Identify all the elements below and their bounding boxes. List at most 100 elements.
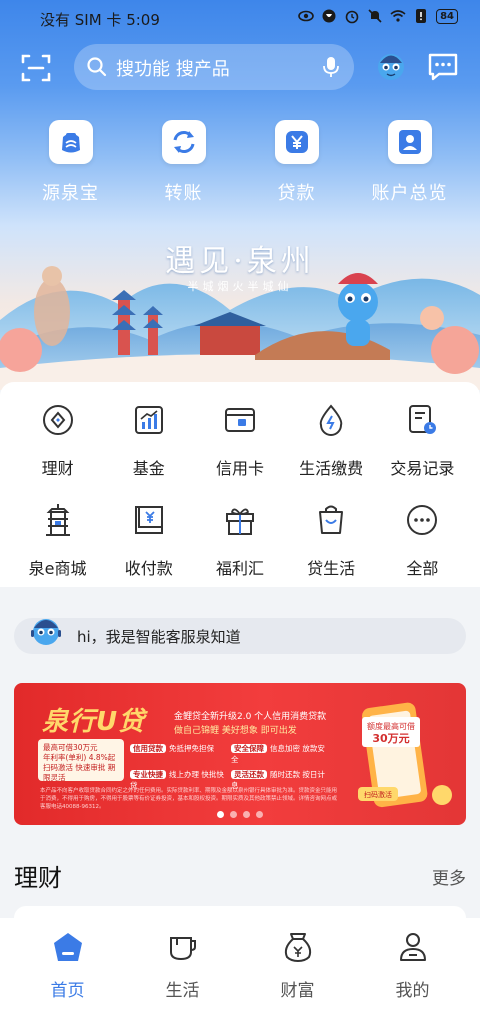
cup-icon (169, 937, 196, 961)
service-utility-payment[interactable]: 生活缴费 (286, 402, 376, 479)
quick-action-label: 贷款 (277, 183, 316, 204)
scan-icon[interactable] (20, 52, 52, 84)
service-label: 生活缴费 (299, 459, 364, 478)
promo-tag: 信用贷款 免抵押免担保 (130, 743, 225, 765)
shopping-bag-icon (319, 505, 344, 534)
microphone-icon[interactable] (320, 55, 342, 79)
transaction-record-icon (409, 405, 437, 434)
status-icons: 84 (298, 8, 458, 24)
quanzhou-banner-illustration[interactable] (0, 200, 480, 390)
banner-subtitle: 半城烟火半城仙 (187, 280, 293, 293)
service-label: 理财 (41, 459, 74, 478)
loan-promo-banner[interactable]: 泉行U贷 金鲤贷全新升级2.0 个人信用消费贷款 做自己锦鲤 美好想象 即可出发… (14, 683, 466, 825)
alarm-icon (345, 10, 359, 24)
service-grid: 理财 基金 信用卡 生活缴费 交易记录 泉e商城 收付款 福利汇 贷生活 全部 (0, 382, 480, 587)
service-payment[interactable]: 收付款 (104, 502, 194, 579)
carousel-dot[interactable] (217, 811, 224, 818)
service-label: 贷生活 (307, 559, 356, 578)
credit-card-icon (224, 408, 255, 432)
tab-home[interactable]: 首页 (18, 930, 118, 1027)
tab-label: 生活 (165, 981, 200, 1001)
service-loan-life[interactable]: 贷生活 (286, 502, 376, 579)
promo-subtitle-1: 金鲤贷全新升级2.0 个人信用消费贷款 (174, 712, 327, 722)
svg-text:30万元: 30万元 (372, 732, 409, 745)
fund-chart-icon (134, 406, 163, 434)
money-bag-icon (284, 933, 311, 963)
service-label: 泉e商城 (28, 559, 87, 578)
service-row-1: 理财 基金 信用卡 生活缴费 交易记录 (0, 402, 480, 479)
top-bar: 搜功能 搜产品 (0, 44, 480, 92)
carousel-indicator[interactable] (14, 811, 466, 818)
service-e-mall[interactable]: 泉e商城 (13, 502, 103, 579)
service-transaction-records[interactable]: 交易记录 (377, 402, 467, 479)
promo-rate-card: 最高可借30万元 年利率(单利) 4.8%起 扫码激活 快速审批 期限灵活 (38, 739, 124, 782)
tab-mine[interactable]: 我的 (363, 930, 463, 1027)
quick-action-transfer[interactable]: 转账 (129, 120, 239, 205)
hero-header: 遇见·泉州 半城烟火半城仙 没有 SIM 卡 5:09 84 搜功能 搜产品 源… (0, 0, 480, 390)
quick-action-loan[interactable]: 贷款 (242, 120, 352, 205)
section-title-wealth: 理财 (14, 864, 62, 892)
tab-wealth[interactable]: 财富 (248, 930, 348, 1027)
wallet-icon (48, 120, 93, 164)
promo-title: 泉行U贷 (42, 707, 146, 737)
quick-action-label: 源泉宝 (42, 183, 99, 204)
svg-text:扫码激活: 扫码激活 (364, 790, 392, 799)
gift-icon (225, 508, 254, 535)
quick-action-label: 转账 (164, 183, 203, 204)
service-welfare[interactable]: 福利汇 (195, 502, 285, 579)
service-label: 信用卡 (215, 459, 264, 478)
transfer-icon (161, 120, 206, 164)
tab-label: 财富 (280, 981, 315, 1001)
wealth-icon (42, 405, 73, 435)
tab-life[interactable]: 生活 (133, 930, 233, 1027)
do-not-disturb-icon (322, 9, 336, 23)
search-input[interactable]: 搜功能 搜产品 (74, 44, 354, 90)
promo-card-line: 年利率(单利) 4.8%起 (43, 753, 116, 762)
carousel-dot[interactable] (230, 811, 237, 818)
svg-text:额度最高可借: 额度最高可借 (367, 721, 415, 731)
service-fund[interactable]: 基金 (104, 402, 194, 479)
bottom-tab-bar: 首页 生活 财富 我的 (0, 918, 480, 1027)
smart-assistant-bar[interactable]: hi，我是智能客服泉知道 (14, 618, 466, 654)
service-label: 基金 (132, 459, 165, 478)
eye-icon (298, 10, 314, 22)
search-icon (87, 57, 107, 77)
promo-disclaimer: 本产品不向客户收取贷款合同约定之外的任何费用。实际贷款利率、期限及金额以泉州银行… (40, 788, 338, 810)
home-icon (53, 933, 82, 961)
service-label: 全部 (406, 559, 439, 578)
water-drop-icon (319, 404, 343, 436)
alert-icon (416, 9, 427, 23)
service-credit-card[interactable]: 信用卡 (195, 402, 285, 479)
quick-action-label: 账户总览 (371, 183, 448, 204)
profile-icon (399, 933, 426, 961)
service-wealth[interactable]: 理财 (13, 402, 103, 479)
assistant-mascot-icon (31, 619, 61, 645)
carousel-dot[interactable] (256, 811, 263, 818)
tab-label: 首页 (50, 981, 85, 1001)
service-row-2: 泉e商城 收付款 福利汇 贷生活 全部 (0, 502, 480, 579)
payment-icon (134, 506, 163, 534)
service-label: 交易记录 (390, 459, 455, 478)
more-dots-icon (407, 505, 438, 535)
service-label: 收付款 (124, 559, 173, 578)
promo-card-line: 最高可借30万元 (43, 743, 98, 752)
carousel-dot[interactable] (243, 811, 250, 818)
wifi-icon (390, 10, 406, 22)
assistant-greeting: hi，我是智能客服泉知道 (77, 628, 241, 646)
quick-action-account-overview[interactable]: 账户总览 (355, 120, 465, 205)
pagoda-icon (45, 504, 70, 536)
service-all[interactable]: 全部 (377, 502, 467, 579)
promo-tag: 安全保障 信息加密 放款安全 (231, 744, 325, 764)
quick-action-yuanquanbao[interactable]: 源泉宝 (16, 120, 126, 205)
assistant-mascot-icon[interactable] (374, 50, 408, 84)
status-carrier-time: 没有 SIM 卡 5:09 (40, 11, 160, 29)
section-more-link[interactable]: 更多 (432, 864, 466, 889)
service-label: 福利汇 (215, 559, 264, 578)
promo-feature-tags: 信用贷款 免抵押免担保 安全保障 信息加密 放款安全 专业快捷 线上办理 快批快贷 灵… (130, 743, 326, 791)
promo-subtitle-2: 做自己锦鲤 美好想象 即可出发 (174, 726, 297, 736)
message-icon[interactable] (427, 52, 459, 82)
tab-label: 我的 (395, 981, 430, 1001)
quick-actions: 源泉宝 转账 贷款 账户总览 (0, 120, 480, 205)
search-placeholder: 搜功能 搜产品 (116, 59, 230, 80)
battery-icon: 84 (436, 8, 458, 24)
